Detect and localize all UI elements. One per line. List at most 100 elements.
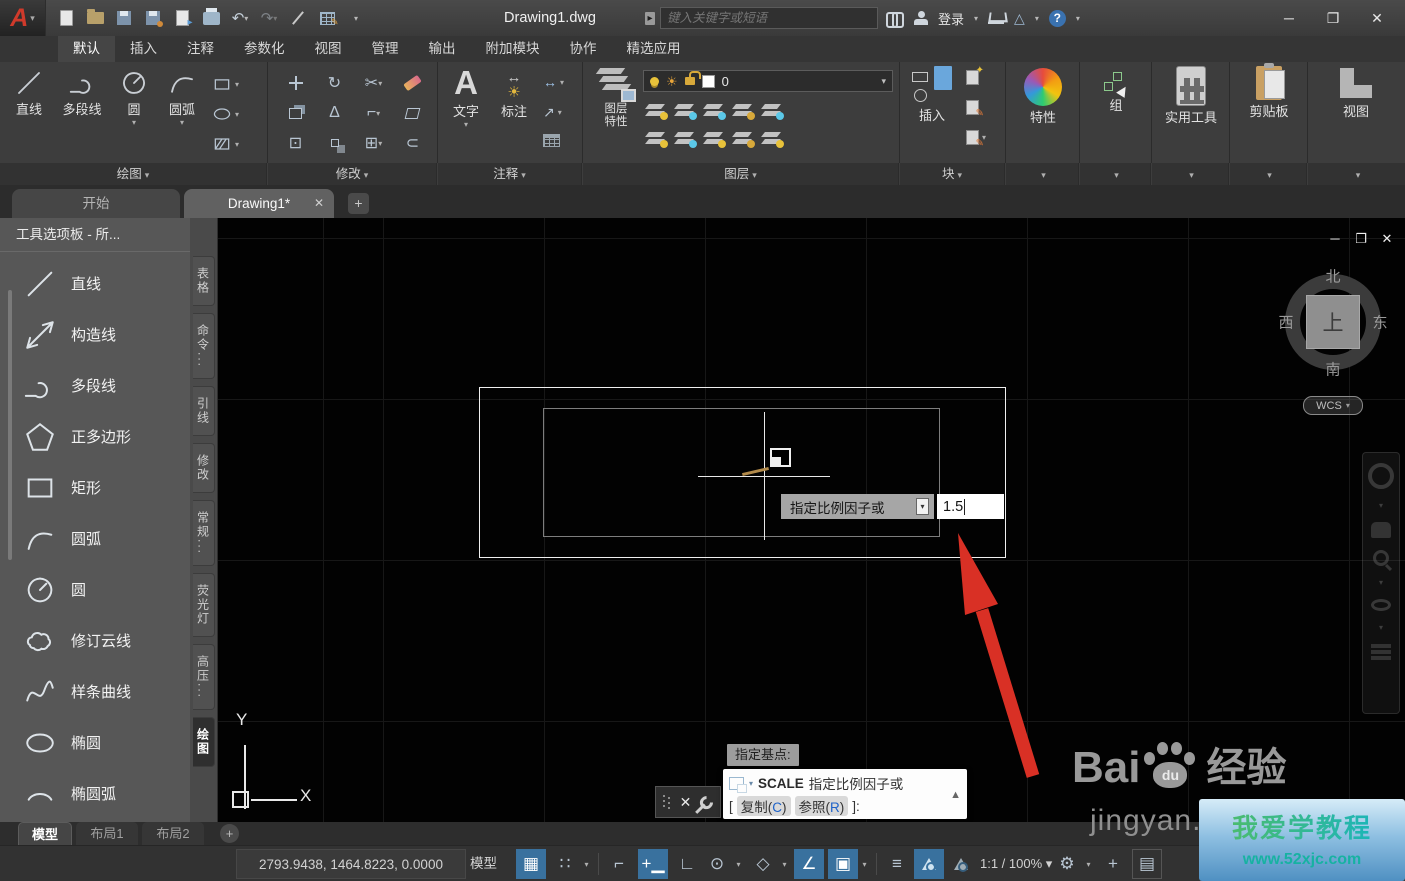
search-icon[interactable] bbox=[886, 12, 904, 24]
ribbon-tab[interactable]: 插入 bbox=[115, 36, 172, 62]
stretch-icon[interactable]: ⊡ bbox=[276, 128, 315, 158]
user-icon[interactable] bbox=[914, 11, 928, 25]
panel-label-layers[interactable]: 图层▾ bbox=[583, 163, 899, 185]
close-icon[interactable]: ✕ bbox=[680, 794, 692, 811]
palette-item-rect[interactable]: 矩形 bbox=[0, 462, 190, 513]
group-button[interactable]: 组 bbox=[1100, 72, 1132, 114]
linear-dim-button[interactable]: ↔▾ bbox=[543, 74, 564, 90]
viewcube-top-face[interactable]: 上 bbox=[1306, 295, 1360, 349]
chevron-down-icon[interactable]: ▾ bbox=[180, 119, 184, 126]
layer-freeze-icon[interactable] bbox=[703, 102, 726, 120]
view-button[interactable]: 视图 bbox=[1334, 68, 1378, 120]
lineweight-icon[interactable]: ≡ bbox=[882, 849, 912, 879]
close-tab-icon[interactable]: ✕ bbox=[314, 189, 324, 218]
panel-label-draw[interactable]: 绘图▾ bbox=[0, 163, 267, 185]
utilities-button[interactable]: 实用工具 bbox=[1160, 66, 1222, 126]
mirror-icon[interactable]: ∆ bbox=[315, 98, 354, 128]
chevron-down-icon[interactable]: ▾ bbox=[1379, 623, 1383, 632]
palette-item-earc[interactable]: 椭圆弧 bbox=[0, 768, 190, 819]
autocad-logo[interactable]: A▾ bbox=[0, 0, 46, 36]
polyline-button[interactable]: 多段线 bbox=[54, 68, 110, 118]
annotation-scale-button[interactable]: 1:1 / 100% ▾ bbox=[980, 849, 1052, 879]
snap-toggle-icon[interactable]: ∷ bbox=[550, 849, 580, 879]
chevron-down-icon[interactable]: ▾ bbox=[1379, 578, 1383, 587]
ribbon-tab[interactable]: 附加模块 bbox=[471, 36, 555, 62]
erase-icon[interactable] bbox=[393, 68, 432, 98]
ribbon-tab[interactable]: 精选应用 bbox=[612, 36, 696, 62]
rotate-icon[interactable]: ↻ bbox=[315, 68, 354, 98]
file-tab-start[interactable]: 开始 bbox=[12, 189, 180, 218]
palette-side-tab[interactable]: 绘图 bbox=[193, 717, 215, 767]
panel-label-clipboard[interactable]: ▾ bbox=[1230, 163, 1307, 185]
panel-label-properties[interactable]: ▾ bbox=[1006, 163, 1079, 185]
ribbon-tab[interactable]: 注释 bbox=[172, 36, 229, 62]
copy-icon[interactable] bbox=[276, 98, 315, 128]
wrench-icon[interactable] bbox=[698, 793, 716, 811]
close-button[interactable]: ✕ bbox=[1355, 0, 1399, 36]
viewcube-south[interactable]: 南 bbox=[1325, 359, 1340, 380]
palette-item-revcloud[interactable]: 修订云线 bbox=[0, 615, 190, 666]
export-icon[interactable] bbox=[172, 8, 192, 28]
minimize-button[interactable]: ─ bbox=[1267, 0, 1311, 36]
text-button[interactable]: A 文字 ▾ bbox=[444, 66, 488, 128]
table-button[interactable] bbox=[543, 134, 560, 147]
ribbon-tab[interactable]: 输出 bbox=[414, 36, 471, 62]
chevron-down-icon[interactable]: ▾ bbox=[132, 119, 136, 126]
maximize-button[interactable]: ❐ bbox=[1311, 0, 1355, 36]
offset-icon[interactable]: ⊂ bbox=[393, 128, 432, 158]
hatch-button[interactable]: ▾ bbox=[212, 134, 239, 154]
snap-dropdown-icon[interactable]: ▾ bbox=[580, 849, 593, 879]
leader-button[interactable]: ↗▾ bbox=[543, 104, 562, 121]
panel-label-view[interactable]: ▾ bbox=[1308, 163, 1405, 185]
login-button[interactable]: 登录 bbox=[938, 9, 964, 28]
layer-properties-button[interactable]: 图层特性 bbox=[593, 66, 639, 129]
panel-label-modify[interactable]: 修改▾ bbox=[268, 163, 437, 185]
palette-side-tab[interactable]: 高压... bbox=[193, 644, 215, 710]
new-file-icon[interactable] bbox=[56, 8, 76, 28]
palette-side-tab[interactable]: 表格 bbox=[193, 256, 215, 306]
layer-match-icon[interactable] bbox=[761, 102, 784, 120]
a360-icon[interactable]: △ bbox=[1014, 10, 1025, 27]
palette-side-tab[interactable]: 荧光灯 bbox=[193, 573, 215, 637]
explode-icon[interactable] bbox=[393, 98, 432, 128]
ribbon-tab[interactable]: 视图 bbox=[300, 36, 357, 62]
orbit-icon[interactable] bbox=[1371, 599, 1391, 611]
array-icon[interactable]: ⊞▾ bbox=[354, 128, 393, 158]
define-attributes-button[interactable]: ▾ bbox=[966, 130, 986, 145]
help-dropdown-icon[interactable]: ▾ bbox=[1076, 14, 1080, 23]
layer-unlock-all-icon[interactable] bbox=[732, 130, 755, 148]
annotation-visibility-icon[interactable] bbox=[914, 849, 944, 879]
open-folder-icon[interactable] bbox=[85, 8, 105, 28]
customization-icon[interactable]: + bbox=[1098, 849, 1128, 879]
print-icon[interactable] bbox=[201, 8, 221, 28]
a360-dropdown-icon[interactable]: ▾ bbox=[1035, 14, 1039, 23]
object-snap-icon[interactable]: ▣ bbox=[828, 849, 858, 879]
create-block-button[interactable] bbox=[966, 70, 979, 85]
dynamic-input-icon[interactable]: +▁ bbox=[638, 849, 668, 879]
viewcube-east[interactable]: 东 bbox=[1372, 312, 1387, 333]
object-snap-tracking-icon[interactable]: ∠ bbox=[794, 849, 824, 879]
palette-item-ellipse[interactable]: 椭圆 bbox=[0, 717, 190, 768]
move-icon[interactable] bbox=[276, 68, 315, 98]
new-drawing-tab-button[interactable]: + bbox=[348, 193, 369, 214]
dynamic-input-options-icon[interactable]: ▾ bbox=[916, 498, 929, 515]
polar-tracking-icon[interactable]: ⊙ bbox=[702, 849, 732, 879]
properties-button[interactable]: 特性 bbox=[1023, 68, 1063, 126]
workspace-gear-icon[interactable]: ⚙ bbox=[1052, 849, 1082, 879]
circle-button[interactable]: 圆 ▾ bbox=[112, 68, 156, 126]
palette-title[interactable]: 工具选项板 - 所... bbox=[0, 218, 190, 252]
fillet-icon[interactable]: ⌐▾ bbox=[354, 98, 393, 128]
grid-toggle-icon[interactable]: ▦ bbox=[516, 849, 546, 879]
layer-dropdown[interactable]: ☀ 0 ▾ bbox=[643, 70, 893, 92]
ellipse-button[interactable]: ▾ bbox=[212, 104, 239, 124]
viewcube-north[interactable]: 北 bbox=[1325, 266, 1340, 287]
palette-side-tab[interactable]: 引线 bbox=[193, 386, 215, 436]
tab-layout1[interactable]: 布局1 bbox=[76, 822, 138, 845]
palette-side-tab[interactable]: 常规... bbox=[193, 500, 215, 566]
redo-icon[interactable]: ↷▾ bbox=[259, 8, 279, 28]
line-tool-icon[interactable] bbox=[288, 8, 308, 28]
palette-item-xline[interactable]: 构造线 bbox=[0, 309, 190, 360]
palette-item-arc[interactable]: 圆弧 bbox=[0, 513, 190, 564]
app-store-cart-icon[interactable] bbox=[988, 12, 1004, 24]
palette-side-tab[interactable]: 修改 bbox=[193, 443, 215, 493]
